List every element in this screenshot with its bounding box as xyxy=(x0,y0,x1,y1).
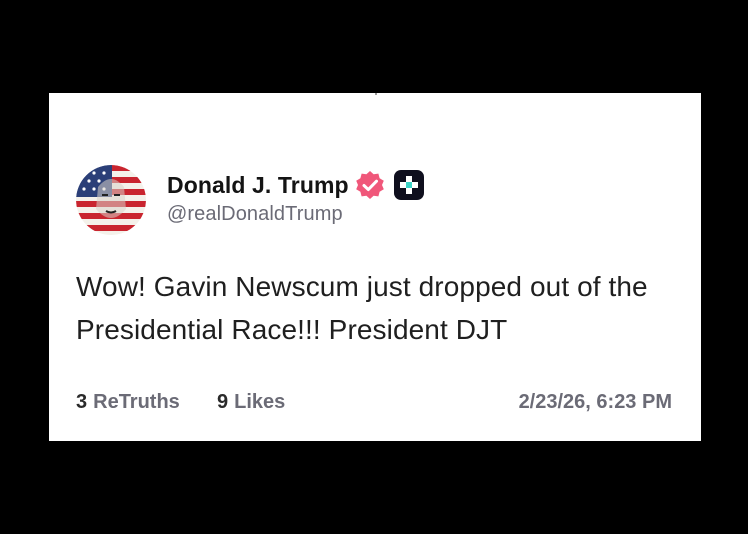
truth-plus-icon xyxy=(393,170,424,200)
author-block: Donald J. Trump @realDonaldTrump xyxy=(167,169,424,226)
author-handle[interactable]: @realDonaldTrump xyxy=(167,203,424,226)
likes-label: Likes xyxy=(234,391,286,413)
post-text: Wow! Gavin Newscum just dropped out of t… xyxy=(76,271,648,345)
separator-dot xyxy=(375,93,377,95)
post-footer: 3 ReTruths 9 Likes 2/23/26, 6:23 PM xyxy=(76,391,672,421)
avatar[interactable] xyxy=(76,165,146,235)
likes-stat[interactable]: 9 Likes xyxy=(217,391,285,414)
author-name[interactable]: Donald J. Trump xyxy=(167,172,349,199)
verified-badge-icon xyxy=(355,170,385,200)
post-card: Donald J. Trump @realDonaldTrump Wow! Ga… xyxy=(49,93,701,441)
likes-count: 9 xyxy=(217,391,229,413)
retruths-label: ReTruths xyxy=(93,391,180,413)
retruths-count: 3 xyxy=(76,391,88,413)
retruths-stat[interactable]: 3 ReTruths xyxy=(76,391,180,414)
post-timestamp[interactable]: 2/23/26, 6:23 PM xyxy=(519,391,672,414)
